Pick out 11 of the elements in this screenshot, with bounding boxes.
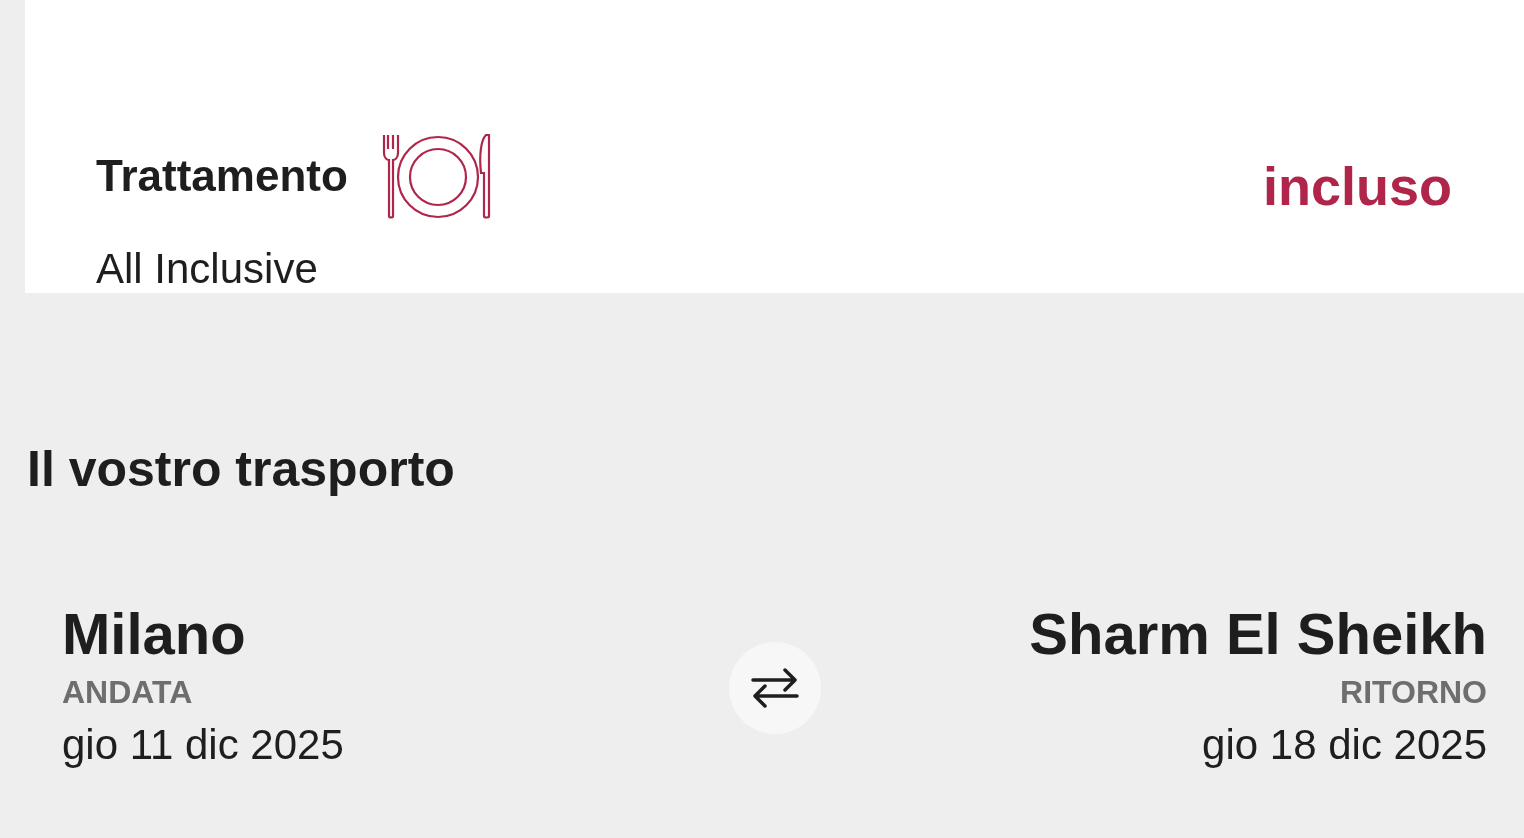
leg-date: gio 11 dic 2025	[62, 720, 344, 769]
section-title: Il vostro trasporto	[27, 440, 456, 498]
swap-arrows-icon	[750, 666, 799, 711]
leg-label: RITORNO	[1340, 673, 1487, 711]
treatment-value: All Inclusive	[96, 245, 319, 293]
treatment-price: incluso	[1262, 155, 1452, 217]
leg-label: ANDATA	[62, 673, 193, 711]
city-name: Sharm El Sheikh	[1029, 602, 1487, 666]
leg-date: gio 18 dic 2025	[1202, 720, 1487, 769]
treatment-title: Trattamento	[96, 151, 348, 201]
city-name: Milano	[62, 602, 246, 666]
